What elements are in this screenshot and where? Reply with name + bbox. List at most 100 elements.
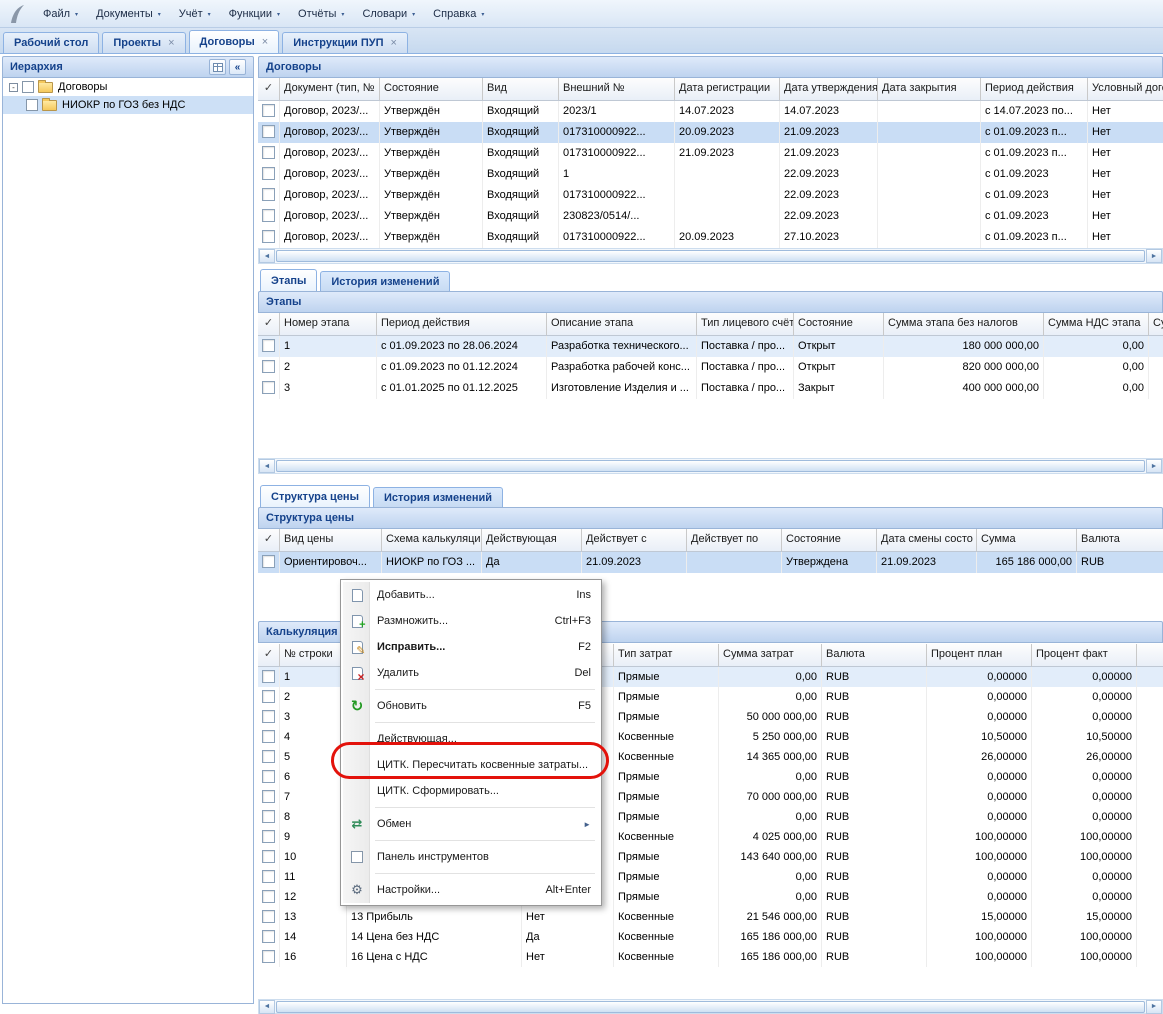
column-header[interactable]: Вид xyxy=(483,78,559,101)
table-row[interactable]: Договор, 2023/...УтверждёнВходящий2023/1… xyxy=(258,101,1163,122)
calculation-horizontal-scrollbar[interactable]: ◄ ► xyxy=(258,999,1163,1014)
main-tab[interactable]: Инструкции ПУП× xyxy=(282,32,408,53)
row-checkbox[interactable] xyxy=(262,339,275,352)
sub-tab[interactable]: Этапы xyxy=(260,269,317,291)
table-row[interactable]: Ориентировоч...НИОКР по ГОЗ ...Да21.09.2… xyxy=(258,552,1163,573)
row-checkbox[interactable] xyxy=(262,870,275,883)
close-icon[interactable]: × xyxy=(262,37,268,48)
row-checkbox[interactable] xyxy=(262,188,275,201)
main-tab[interactable]: Договоры× xyxy=(189,30,280,53)
main-tab[interactable]: Проекты× xyxy=(102,32,185,53)
column-header[interactable]: Сумма затрат xyxy=(719,644,822,667)
row-checkbox[interactable] xyxy=(262,950,275,963)
stages-horizontal-scrollbar[interactable]: ◄ ► xyxy=(258,458,1163,474)
column-header[interactable]: Процент план xyxy=(927,644,1032,667)
column-header[interactable]: Сумма НДС этапа xyxy=(1044,313,1149,336)
table-row[interactable]: Договор, 2023/...УтверждёнВходящий122.09… xyxy=(258,164,1163,185)
row-checkbox[interactable] xyxy=(262,209,275,222)
select-column-header[interactable]: ✓ xyxy=(258,313,280,336)
select-column-header[interactable]: ✓ xyxy=(258,644,280,667)
row-checkbox[interactable] xyxy=(262,730,275,743)
menu-item-settings[interactable]: Настройки...Alt+Enter xyxy=(343,877,599,903)
row-checkbox[interactable] xyxy=(262,146,275,159)
column-header[interactable]: Период действия xyxy=(981,78,1088,101)
scroll-left-icon[interactable]: ◄ xyxy=(259,249,275,263)
scrollbar-thumb[interactable] xyxy=(276,460,1145,472)
column-header[interactable]: Тип затрат xyxy=(614,644,719,667)
column-header[interactable]: Описание этапа xyxy=(547,313,697,336)
table-row[interactable]: 1616 Цена с НДСНетКосвенные165 186 000,0… xyxy=(258,947,1163,967)
column-header[interactable]: Период действия xyxy=(377,313,547,336)
row-checkbox[interactable] xyxy=(262,790,275,803)
menu-item-edit[interactable]: Исправить...F2 xyxy=(343,634,599,660)
column-header[interactable]: Сумма этапа без налогов xyxy=(884,313,1044,336)
select-column-header[interactable]: ✓ xyxy=(258,529,280,552)
row-checkbox[interactable] xyxy=(262,910,275,923)
column-header[interactable]: Сум xyxy=(1149,313,1163,336)
column-header[interactable]: № строки xyxy=(280,644,347,667)
column-header[interactable]: Сумма xyxy=(977,529,1077,552)
row-checkbox[interactable] xyxy=(262,770,275,783)
column-header[interactable]: Внешний № xyxy=(559,78,675,101)
row-checkbox[interactable] xyxy=(262,125,275,138)
column-header[interactable]: Условный догов xyxy=(1088,78,1163,101)
table-row[interactable]: Договор, 2023/...УтверждёнВходящий017310… xyxy=(258,122,1163,143)
table-row[interactable]: Договор, 2023/...УтверждёнВходящий017310… xyxy=(258,185,1163,206)
table-row[interactable]: Договор, 2023/...УтверждёнВходящий017310… xyxy=(258,227,1163,248)
menu-item-delete[interactable]: УдалитьDel xyxy=(343,660,599,686)
tree-checkbox[interactable] xyxy=(26,99,38,111)
table-row[interactable]: 2с 01.09.2023 по 01.12.2024Разработка ра… xyxy=(258,357,1163,378)
tree-node[interactable]: -Договоры xyxy=(3,78,253,96)
column-header[interactable]: Номер этапа xyxy=(280,313,377,336)
row-checkbox[interactable] xyxy=(262,360,275,373)
sub-tab[interactable]: Структура цены xyxy=(260,485,370,507)
menubar-item[interactable]: Файл▾ xyxy=(34,4,87,24)
menubar-item[interactable]: Учёт▾ xyxy=(170,4,220,24)
close-icon[interactable]: × xyxy=(391,38,397,49)
scroll-left-icon[interactable]: ◄ xyxy=(259,459,275,473)
row-checkbox[interactable] xyxy=(262,930,275,943)
tree-node[interactable]: НИОКР по ГОЗ без НДС xyxy=(3,96,253,114)
column-header[interactable]: Действует с xyxy=(582,529,687,552)
menubar-item[interactable]: Словари▾ xyxy=(353,4,424,24)
menu-item-add[interactable]: Добавить...Ins xyxy=(343,582,599,608)
table-row[interactable]: 1313 ПрибыльНетКосвенные21 546 000,00RUB… xyxy=(258,907,1163,927)
menu-item-citk-generate[interactable]: ЦИТК. Сформировать... xyxy=(343,778,599,804)
column-header[interactable]: Действует по xyxy=(687,529,782,552)
table-row[interactable]: 3с 01.01.2025 по 01.12.2025Изготовление … xyxy=(258,378,1163,399)
row-checkbox[interactable] xyxy=(262,381,275,394)
column-header[interactable]: Дата закрытия xyxy=(878,78,981,101)
row-checkbox[interactable] xyxy=(262,890,275,903)
row-checkbox[interactable] xyxy=(262,104,275,117)
menubar-item[interactable]: Справка▾ xyxy=(424,4,493,24)
collapse-panel-icon[interactable]: « xyxy=(229,59,246,75)
scroll-right-icon[interactable]: ► xyxy=(1146,1000,1162,1014)
contracts-horizontal-scrollbar[interactable]: ◄ ► xyxy=(258,248,1163,264)
table-row[interactable]: Договор, 2023/...УтверждёнВходящий017310… xyxy=(258,143,1163,164)
row-checkbox[interactable] xyxy=(262,690,275,703)
column-header[interactable]: Действующая xyxy=(482,529,582,552)
row-checkbox[interactable] xyxy=(262,555,275,568)
table-row[interactable]: Договор, 2023/...УтверждёнВходящий230823… xyxy=(258,206,1163,227)
menu-item-duplicate[interactable]: Размножить...Ctrl+F3 xyxy=(343,608,599,634)
column-header[interactable]: Дата регистрации xyxy=(675,78,780,101)
column-header[interactable]: Схема калькуляци xyxy=(382,529,482,552)
column-header[interactable]: Дата смены состо xyxy=(877,529,977,552)
column-header[interactable]: Дата утверждения xyxy=(780,78,878,101)
grid-view-icon[interactable] xyxy=(209,59,226,75)
menu-item-citk-recalculate[interactable]: ЦИТК. Пересчитать косвенные затраты... xyxy=(343,752,599,778)
column-header[interactable]: Валюта xyxy=(822,644,927,667)
column-header[interactable]: Процент факт xyxy=(1032,644,1137,667)
tree-checkbox[interactable] xyxy=(22,81,34,93)
row-checkbox[interactable] xyxy=(262,710,275,723)
row-checkbox[interactable] xyxy=(262,670,275,683)
column-header[interactable]: Состояние xyxy=(380,78,483,101)
row-checkbox[interactable] xyxy=(262,850,275,863)
scroll-right-icon[interactable]: ► xyxy=(1146,459,1162,473)
close-icon[interactable]: × xyxy=(168,38,174,49)
row-checkbox[interactable] xyxy=(262,810,275,823)
column-header[interactable]: Состояние xyxy=(794,313,884,336)
collapse-expander-icon[interactable]: - xyxy=(9,83,18,92)
table-row[interactable]: 1с 01.09.2023 по 28.06.2024Разработка те… xyxy=(258,336,1163,357)
row-checkbox[interactable] xyxy=(262,230,275,243)
